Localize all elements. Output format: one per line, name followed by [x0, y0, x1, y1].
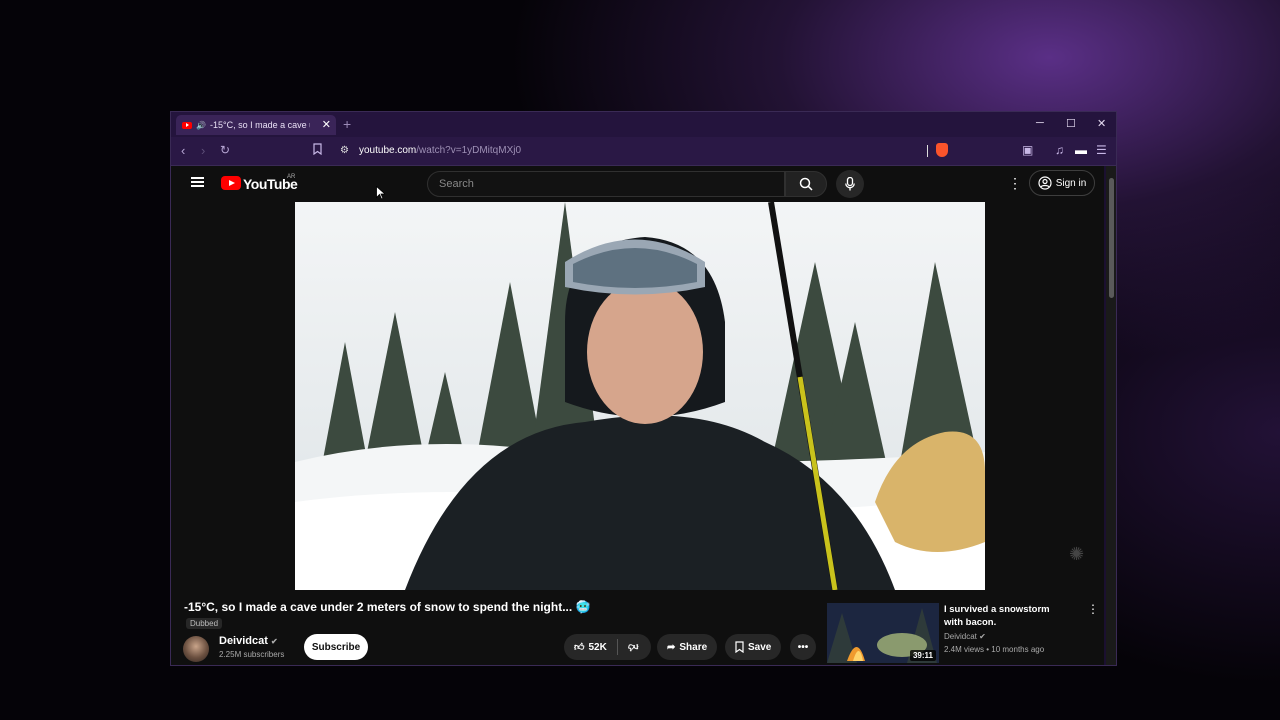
divider: [927, 145, 928, 157]
tab-title: -15°C, so I made a cave unde: [209, 120, 310, 130]
tab-bar: 🔊 -15°C, so I made a cave unde ✕ + ─ ☐ ✕: [171, 112, 1116, 137]
new-tab-button[interactable]: +: [343, 116, 351, 132]
reload-icon[interactable]: ↻: [220, 143, 230, 157]
menu-icon[interactable]: ☰: [1096, 143, 1107, 157]
watermark-icon: ✺: [1069, 544, 1085, 564]
settings-kebab-icon[interactable]: ⋮: [1008, 175, 1022, 192]
country-code: AR: [287, 174, 296, 180]
more-actions-button[interactable]: •••: [790, 634, 816, 660]
related-thumbnail[interactable]: 39:11: [827, 603, 939, 663]
wallet-icon[interactable]: ▬: [1075, 143, 1087, 157]
subscriber-count: 2.25M subscribers: [219, 650, 285, 659]
microphone-icon: [845, 177, 855, 191]
search-icon: [799, 177, 813, 191]
share-button[interactable]: ➦ Share: [657, 634, 718, 660]
tab-youtube[interactable]: 🔊 -15°C, so I made a cave unde ✕: [176, 115, 336, 135]
account-icon: [1038, 176, 1052, 190]
video-frame: [295, 202, 985, 590]
divider: [616, 639, 618, 655]
verified-icon: ✔: [979, 632, 986, 641]
related-video-meta: 2.4M views • 10 months ago: [944, 645, 1045, 654]
forward-icon[interactable]: ›: [201, 143, 205, 158]
mouse-cursor-icon: [376, 186, 385, 200]
minimize-button[interactable]: ─: [1036, 117, 1044, 129]
sign-in-button[interactable]: Sign in: [1029, 170, 1095, 196]
channel-name[interactable]: Deivid​cat ✔: [219, 635, 278, 647]
like-dislike-group: 👍︎ 52K 👍︎: [564, 634, 651, 660]
brave-shields-icon[interactable]: [936, 143, 948, 157]
share-icon: ➦: [667, 641, 676, 653]
save-button[interactable]: Save: [725, 634, 782, 660]
like-count[interactable]: 52K: [588, 642, 606, 653]
search-button[interactable]: [785, 171, 827, 197]
tab-close-icon[interactable]: ✕: [322, 118, 331, 131]
related-video-title[interactable]: I survived a snowstorm with bacon.: [944, 603, 1069, 629]
share-label: Share: [679, 641, 708, 653]
sign-in-label: Sign in: [1055, 177, 1087, 189]
more-icon: •••: [797, 641, 809, 653]
voice-search-button[interactable]: [836, 170, 864, 198]
youtube-logo-icon[interactable]: [221, 176, 241, 190]
speaker-icon[interactable]: 🔊: [196, 121, 206, 130]
url-field[interactable]: youtube.com/watch?v=1yDMitqMXj0: [359, 145, 521, 156]
dislike-icon[interactable]: 👍︎: [628, 641, 638, 653]
page-scrollbar[interactable]: [1106, 166, 1116, 665]
back-icon[interactable]: ‹: [181, 143, 185, 158]
video-duration: 39:11: [909, 650, 936, 661]
verified-icon: ✔: [270, 637, 278, 646]
video-title: -15°C, so I made a cave under 2 meters o…: [184, 600, 591, 614]
related-channel[interactable]: Deividcat ✔: [944, 632, 986, 641]
browser-window: 🔊 -15°C, so I made a cave unde ✕ + ─ ☐ ✕…: [170, 111, 1117, 666]
maximize-button[interactable]: ☐: [1066, 117, 1076, 130]
like-icon[interactable]: 👍︎: [574, 641, 584, 653]
search-input[interactable]: Search: [427, 171, 785, 197]
scrollbar-thumb[interactable]: [1109, 178, 1114, 298]
address-bar: ‹ › ↻ ⚙ youtube.com/watch?v=1yDMitqMXj0 …: [171, 137, 1116, 166]
subscribe-button[interactable]: Subscribe: [304, 634, 368, 660]
extensions-icon[interactable]: ▣: [1022, 143, 1033, 157]
music-icon[interactable]: ♫: [1055, 143, 1064, 157]
site-info-icon[interactable]: ⚙: [340, 145, 349, 156]
youtube-favicon-icon: [182, 121, 192, 129]
dubbed-badge: Dubbed: [186, 618, 223, 629]
save-icon: [735, 641, 744, 653]
bookmark-icon[interactable]: [313, 143, 322, 155]
related-kebab-icon[interactable]: ⋮: [1087, 602, 1099, 616]
youtube-header: YouTube AR Search ⋮ Sign in: [171, 166, 1104, 201]
save-label: Save: [748, 641, 772, 653]
close-window-button[interactable]: ✕: [1097, 117, 1106, 130]
hamburger-menu-icon[interactable]: [191, 177, 204, 179]
youtube-page: YouTube AR Search ⋮ Sign in ✺ -15°C, so …: [171, 166, 1104, 665]
channel-avatar[interactable]: [183, 636, 209, 662]
video-player[interactable]: [295, 202, 985, 590]
